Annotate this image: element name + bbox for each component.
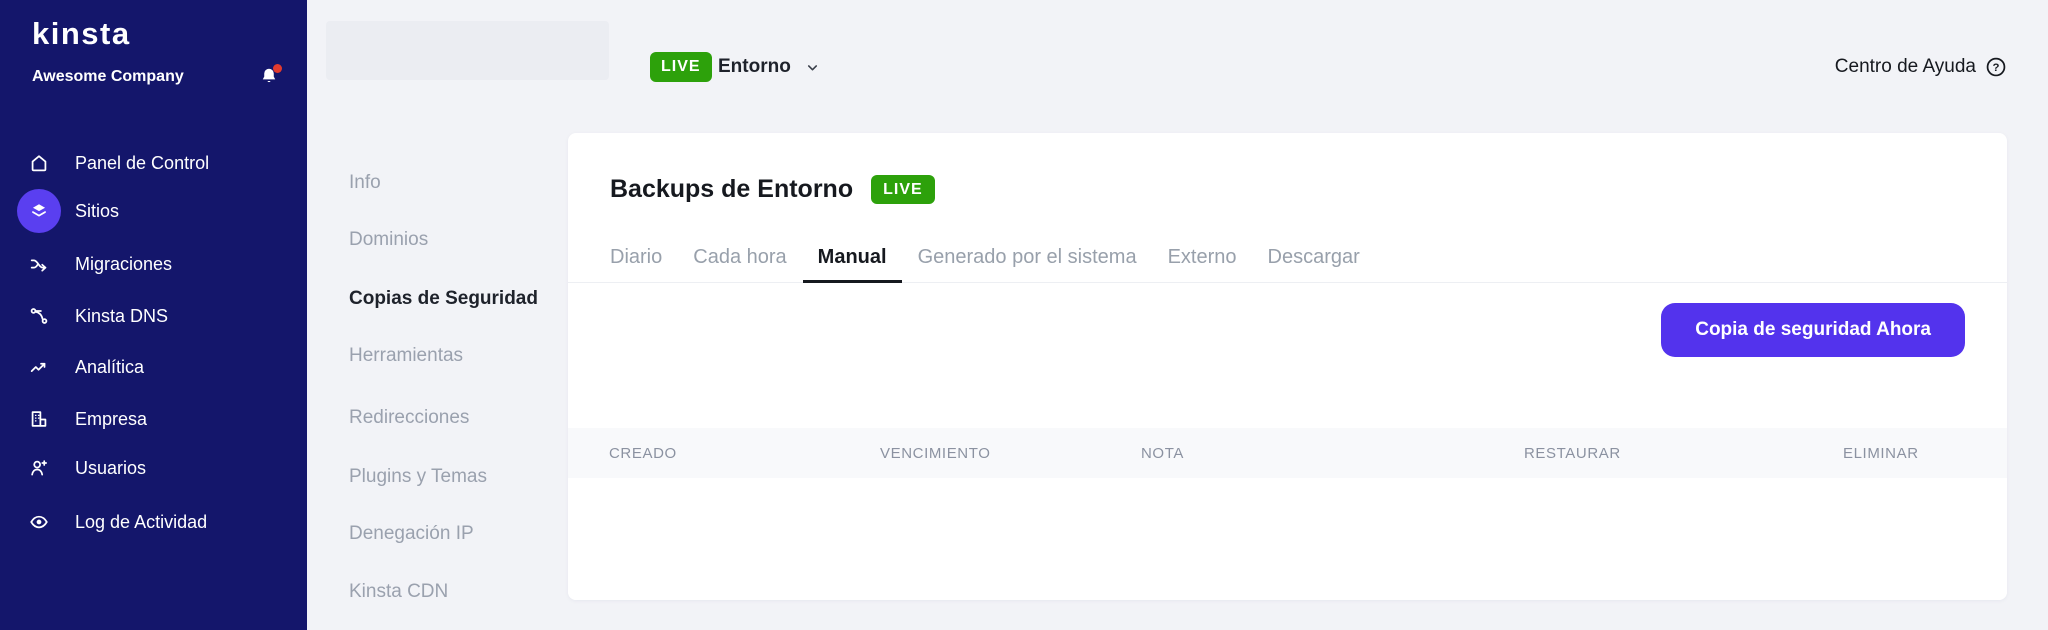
sidebar-item-label: Panel de Control: [75, 153, 209, 174]
mykinsta-app: kinsta Awesome Company Panel de Control …: [0, 0, 2048, 630]
sidebar-item-label: Log de Actividad: [75, 512, 207, 533]
sidebar-item-log-de-actividad[interactable]: Log de Actividad: [0, 500, 307, 544]
subnav-item-redirecciones[interactable]: Redirecciones: [349, 403, 469, 433]
sidebar-item-empresa[interactable]: Empresa: [0, 397, 307, 441]
company-row: Awesome Company: [32, 66, 280, 88]
dns-icon: [17, 294, 61, 338]
column-header-vencimiento: VENCIMIENTO: [880, 428, 991, 478]
main-sidebar: kinsta Awesome Company Panel de Control …: [0, 0, 307, 630]
subnav-item-info[interactable]: Info: [349, 168, 381, 198]
notification-dot: [273, 64, 282, 73]
sidebar-item-migraciones[interactable]: Migraciones: [0, 242, 307, 286]
environment-label: Entorno: [718, 56, 791, 78]
tab-diario[interactable]: Diario: [610, 233, 662, 282]
column-header-nota: NOTA: [1141, 428, 1184, 478]
sidebar-item-kinsta-dns[interactable]: Kinsta DNS: [0, 294, 307, 338]
sidebar-item-label: Usuarios: [75, 458, 146, 479]
backups-card: Backups de Entorno LIVE Diario Cada hora…: [568, 133, 2007, 600]
backups-tabs: Diario Cada hora Manual Generado por el …: [568, 233, 2007, 283]
subnav-item-copias-de-seguridad[interactable]: Copias de Seguridad: [349, 284, 538, 314]
sidebar-item-usuarios[interactable]: Usuarios: [0, 446, 307, 490]
home-icon: [17, 141, 61, 185]
sidebar-item-panel-de-control[interactable]: Panel de Control: [0, 141, 307, 185]
subnav-item-denegacion-ip[interactable]: Denegación IP: [349, 519, 474, 549]
subnav-item-plugins-y-temas[interactable]: Plugins y Temas: [349, 462, 487, 492]
site-name-skeleton: [326, 21, 609, 80]
company-name: Awesome Company: [32, 68, 184, 86]
notifications-bell-icon[interactable]: [258, 66, 280, 88]
environment-live-badge: LIVE: [650, 52, 712, 82]
tab-descargar[interactable]: Descargar: [1268, 233, 1360, 282]
tab-cada-hora[interactable]: Cada hora: [693, 233, 786, 282]
tab-manual[interactable]: Manual: [818, 233, 887, 282]
sites-icon: [17, 189, 61, 233]
backup-now-button[interactable]: Copia de seguridad Ahora: [1661, 303, 1965, 357]
help-center-label: Centro de Ayuda: [1835, 56, 1976, 78]
tab-externo[interactable]: Externo: [1168, 233, 1237, 282]
sidebar-item-sitios[interactable]: Sitios: [0, 189, 307, 233]
backups-table-body-empty: [568, 478, 2007, 600]
sidebar-item-label: Sitios: [75, 201, 119, 222]
sidebar-item-label: Analítica: [75, 357, 144, 378]
column-header-restaurar: RESTAURAR: [1524, 428, 1621, 478]
page-title: Backups de Entorno: [610, 175, 853, 204]
tab-generado-por-el-sistema[interactable]: Generado por el sistema: [918, 233, 1137, 282]
migrations-icon: [17, 242, 61, 286]
site-subnav: Info Dominios Copias de Seguridad Herram…: [307, 0, 568, 630]
sidebar-item-analitica[interactable]: Analítica: [0, 345, 307, 389]
column-header-eliminar: ELIMINAR: [1843, 428, 1919, 478]
analytics-icon: [17, 345, 61, 389]
chevron-down-icon: [805, 60, 820, 75]
subnav-item-herramientas[interactable]: Herramientas: [349, 341, 463, 371]
card-title-row: Backups de Entorno LIVE: [610, 175, 935, 204]
company-icon: [17, 397, 61, 441]
svg-text:?: ?: [1993, 62, 2000, 74]
title-live-badge: LIVE: [871, 175, 935, 204]
sidebar-item-label: Migraciones: [75, 254, 172, 275]
activity-icon: [17, 500, 61, 544]
subnav-item-kinsta-cdn[interactable]: Kinsta CDN: [349, 577, 448, 607]
backups-table-header: CREADO VENCIMIENTO NOTA RESTAURAR ELIMIN…: [568, 428, 2007, 479]
help-center-link[interactable]: Centro de Ayuda ?: [1835, 52, 2007, 82]
sidebar-item-label: Empresa: [75, 409, 147, 430]
environment-selector[interactable]: Entorno: [718, 52, 820, 82]
sidebar-item-label: Kinsta DNS: [75, 306, 168, 327]
help-question-icon: ?: [1985, 56, 2007, 78]
column-header-creado: CREADO: [609, 428, 677, 478]
subnav-item-dominios[interactable]: Dominios: [349, 225, 428, 255]
users-icon: [17, 446, 61, 490]
kinsta-logo: kinsta: [32, 16, 131, 52]
